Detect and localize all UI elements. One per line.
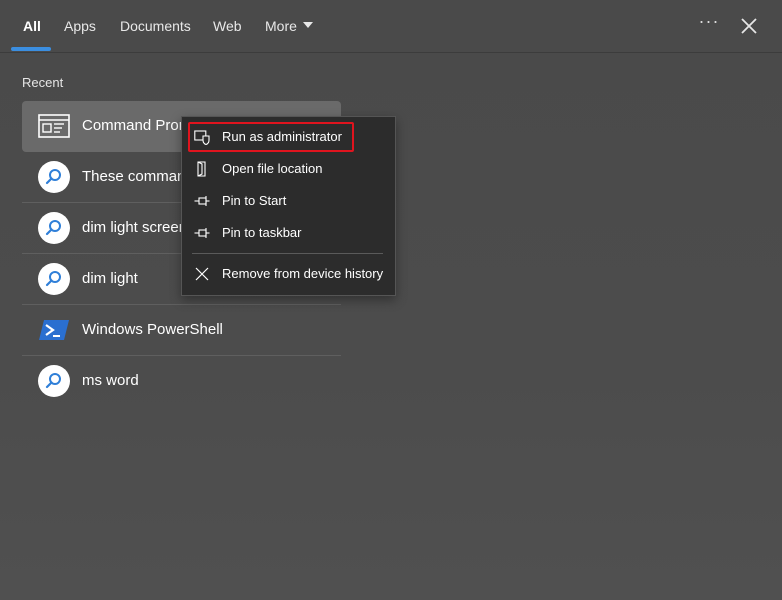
list-item-label: dim light screen xyxy=(82,219,188,236)
list-item-label: dim light xyxy=(82,270,138,287)
search-icon-badge xyxy=(38,212,70,244)
search-window: All Apps Documents Web More ··· Recent C… xyxy=(0,0,782,600)
section-title-recent: Recent xyxy=(22,75,64,90)
menu-item-pin-to-taskbar[interactable]: Pin to taskbar xyxy=(182,218,395,248)
menu-item-label: Pin to Start xyxy=(222,193,287,208)
menu-item-label: Open file location xyxy=(222,161,323,176)
active-tab-indicator xyxy=(11,47,51,51)
menu-item-label: Pin to taskbar xyxy=(222,225,302,240)
shield-icon xyxy=(194,129,210,146)
tab-more-label: More xyxy=(265,18,297,34)
pin-icon xyxy=(194,225,210,241)
close-button[interactable] xyxy=(737,14,761,38)
search-icon xyxy=(38,263,70,295)
menu-item-run-as-administrator[interactable]: Run as administrator xyxy=(182,122,395,152)
search-icon-badge xyxy=(38,161,70,193)
search-icon xyxy=(38,161,70,193)
tab-apps[interactable]: Apps xyxy=(64,18,96,34)
close-icon xyxy=(741,18,757,34)
folder-icon xyxy=(194,161,210,177)
menu-divider xyxy=(192,253,383,254)
list-item[interactable]: ms word xyxy=(22,356,341,406)
top-bar: All Apps Documents Web More ··· xyxy=(0,0,782,53)
menu-item-pin-to-start[interactable]: Pin to Start xyxy=(182,186,395,216)
close-icon xyxy=(194,266,210,282)
search-icon-badge xyxy=(38,263,70,295)
list-item-label: Windows PowerShell xyxy=(82,321,223,338)
search-icon-badge xyxy=(38,365,70,397)
more-options-button[interactable]: ··· xyxy=(697,11,721,39)
menu-item-label: Remove from device history xyxy=(222,266,384,281)
menu-item-remove-from-device-history[interactable]: Remove from device history xyxy=(182,259,395,289)
powershell-icon xyxy=(38,314,70,346)
chevron-down-icon xyxy=(302,22,313,29)
list-item-label: ms word xyxy=(82,372,139,389)
context-menu: Run as administrator Open file location xyxy=(181,116,396,296)
tab-documents[interactable]: Documents xyxy=(120,18,191,34)
menu-item-label: Run as administrator xyxy=(222,129,342,144)
search-icon xyxy=(38,212,70,244)
search-icon xyxy=(38,365,70,397)
pin-icon xyxy=(194,193,210,209)
menu-item-open-file-location[interactable]: Open file location xyxy=(182,154,395,184)
list-item[interactable]: Windows PowerShell xyxy=(22,305,341,356)
tab-more[interactable]: More xyxy=(265,18,313,34)
command-prompt-icon xyxy=(38,110,70,142)
tab-web[interactable]: Web xyxy=(213,18,242,34)
tab-all[interactable]: All xyxy=(23,18,41,34)
